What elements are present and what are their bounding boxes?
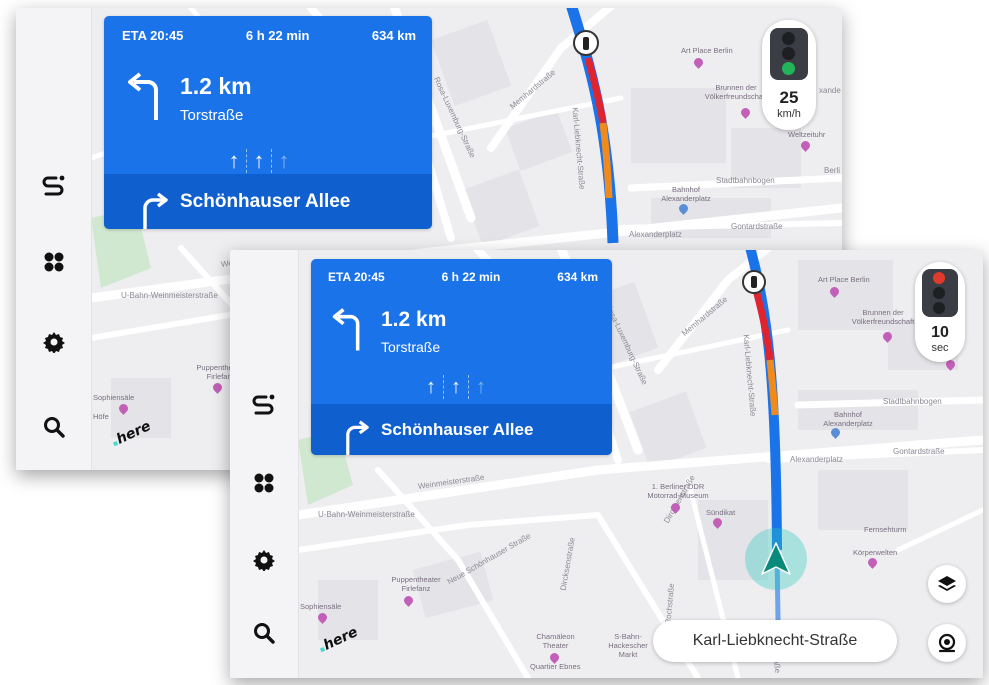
distance-remaining-label: 634 km (557, 270, 598, 284)
poi-label: Art Place Berlin (681, 46, 733, 55)
lane-arrow-up-icon: ↑ (451, 375, 461, 398)
sidebar-item-settings[interactable] (230, 535, 298, 585)
recenter-button[interactable] (928, 624, 966, 662)
road-label: Alexanderplatz (790, 455, 843, 464)
sidebar-item-settings[interactable] (16, 317, 91, 367)
lane-arrow-up-icon: ↑ (253, 148, 265, 173)
maneuver-street: Torstraße (381, 339, 441, 355)
traffic-light-marker-icon (573, 30, 599, 56)
maneuver-distance: 1.2 km (180, 73, 252, 99)
lane-arrow-up-icon: ↑ (278, 148, 290, 173)
maneuver-street: Torstraße (180, 107, 244, 124)
apps-icon (254, 473, 274, 493)
poi-label: Sündikat (706, 508, 736, 517)
poi-label: Puppentheater Firlefanz (391, 575, 441, 593)
traffic-light-icon (922, 269, 958, 317)
lane-arrow-up-icon: ↑ (426, 375, 436, 398)
eta-label: ETA 20:45 (328, 270, 385, 284)
road-label: U-Bahn-Weinmeisterstraße (121, 291, 218, 300)
poi-label: Sophiensäle (300, 602, 342, 611)
search-icon (254, 623, 275, 644)
traffic-light-marker-icon (742, 270, 766, 294)
poi-label: 1. Berliner DDR Motorrad-Museum (647, 482, 709, 500)
sidebar-item-routes[interactable] (16, 161, 91, 211)
road-label: Alexanderplatz (629, 230, 682, 239)
lane-arrow-up-icon: ↑ (228, 148, 240, 173)
duration-label: 6 h 22 min (245, 28, 310, 43)
poi-label: Brunnen der Völkerfreundschaft (851, 308, 915, 326)
poi-label: Körperwelten (853, 548, 898, 557)
routes-icon (252, 394, 275, 415)
search-icon (43, 417, 65, 438)
settings-icon (253, 550, 275, 571)
road-label: U-Bahn-Weinmeisterstraße (318, 510, 415, 519)
maneuver-panel[interactable]: ETA 20:45 6 h 22 min 634 km 1.2 km Torst… (311, 259, 612, 455)
lane-arrow-up-icon: ↑ (476, 375, 486, 398)
sidebar-item-routes[interactable] (230, 380, 298, 430)
distance-remaining-label: 634 km (371, 28, 416, 43)
recenter-icon (938, 633, 956, 653)
poi-label: Sophiensäle (93, 393, 135, 402)
maneuver-panel[interactable]: ETA 20:45 6 h 22 min 634 km 1.2 km Torst… (104, 16, 432, 229)
turn-left-arrow-icon (332, 308, 360, 351)
poi-label: Bahnhof Alexanderplatz (661, 185, 711, 203)
next-street: Schönhauser Allee (180, 190, 351, 212)
next-maneuver-bar: Schönhauser Allee (104, 174, 432, 229)
layers-button[interactable] (928, 565, 966, 603)
road-label: Gontardstraße (731, 222, 783, 231)
poi-label: Brunnen der Völkerfreundschaft (704, 83, 768, 101)
traffic-light-unit: sec (931, 342, 949, 354)
traffic-light-unit: km/h (777, 108, 801, 120)
apps-icon (44, 252, 63, 272)
traffic-light-card[interactable]: 10 sec (915, 262, 965, 362)
traffic-light-value: 25 (779, 88, 799, 107)
poi-label: Weltzeituhr (788, 130, 826, 139)
sidebar (16, 8, 92, 470)
duration-label: 6 h 22 min (441, 270, 501, 284)
turn-right-arrow-icon (346, 420, 369, 455)
traffic-light-icon (770, 28, 808, 80)
sidebar-item-apps[interactable] (230, 458, 298, 508)
poi-label: Bahnhof Alexanderplatz (823, 410, 873, 428)
lane-guidance: ↑ ↑ ↑ (419, 375, 493, 399)
road-label: Stadtbahnbogen (716, 176, 775, 185)
turn-left-arrow-icon (128, 72, 158, 120)
lane-guidance: ↑ ↑ ↑ (222, 148, 296, 173)
head-unit-screen-front: Rosa-Luxemburg-Straße Memhardstraße Karl… (230, 250, 983, 678)
sidebar-item-search[interactable] (230, 608, 298, 658)
poi-label: Art Place Berlin (818, 275, 870, 284)
settings-icon (42, 332, 65, 353)
road-label: Berli (824, 166, 841, 175)
poi-label: Quartier Ebnes (530, 662, 581, 671)
road-label: Gontardstraße (893, 447, 945, 456)
poi-label: Höfe (93, 412, 109, 421)
poi-label: S-Bahn-Hackescher Markt (608, 632, 648, 659)
poi-label: Chamäleon Theater (536, 632, 575, 650)
sidebar-item-search[interactable] (16, 402, 91, 452)
routes-icon (42, 175, 64, 196)
eta-label: ETA 20:45 (122, 28, 184, 43)
road-label: Stadtbahnbogen (883, 397, 942, 406)
sidebar-item-apps[interactable] (16, 237, 91, 287)
next-maneuver-bar: Schönhauser Allee (311, 404, 612, 455)
turn-right-arrow-icon (143, 192, 168, 229)
current-street-label: Karl-Liebknecht-Straße (692, 632, 858, 649)
poi-label: Fernsehturm (864, 525, 907, 534)
road-label: xande (819, 86, 841, 95)
sidebar (230, 250, 299, 678)
vehicle-position-icon (745, 528, 807, 590)
current-street-pill: Karl-Liebknecht-Straße (653, 620, 897, 662)
next-street: Schönhauser Allee (381, 419, 534, 439)
layers-icon (938, 576, 956, 591)
traffic-light-value: 10 (931, 324, 949, 341)
traffic-light-card[interactable]: 25 km/h (762, 20, 816, 130)
maneuver-distance: 1.2 km (381, 308, 447, 331)
